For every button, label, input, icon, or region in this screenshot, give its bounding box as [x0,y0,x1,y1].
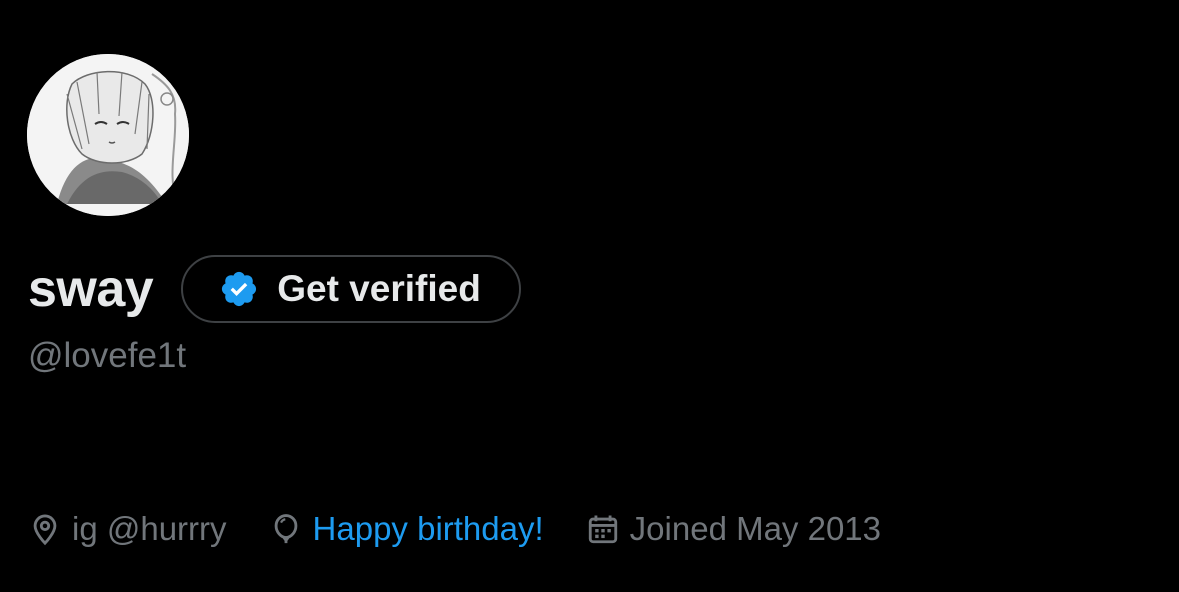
birthday-item: Happy birthday! [269,510,544,548]
birthday-link[interactable]: Happy birthday! [313,510,544,548]
balloon-icon [274,514,297,544]
display-name: sway [28,260,154,318]
location-pin-icon [33,514,57,546]
get-verified-button[interactable]: Get verified [181,255,521,323]
location-text: ig @hurrry [72,510,227,547]
calendar-icon [588,515,617,544]
joined-item: Joined May 2013 [586,510,881,548]
location-item: ig @hurrry [28,510,227,548]
joined-text: Joined May 2013 [629,510,882,547]
profile-meta-row: ig @hurrry Happy birthday! Joined May 20… [28,508,881,550]
profile-name-row: sway Get verified [28,253,521,325]
get-verified-label: Get verified [277,268,481,309]
profile-avatar-image [27,54,189,216]
verified-badge-icon [222,271,257,307]
profile-handle: @lovefe1t [28,336,187,375]
profile-avatar[interactable] [27,54,189,216]
